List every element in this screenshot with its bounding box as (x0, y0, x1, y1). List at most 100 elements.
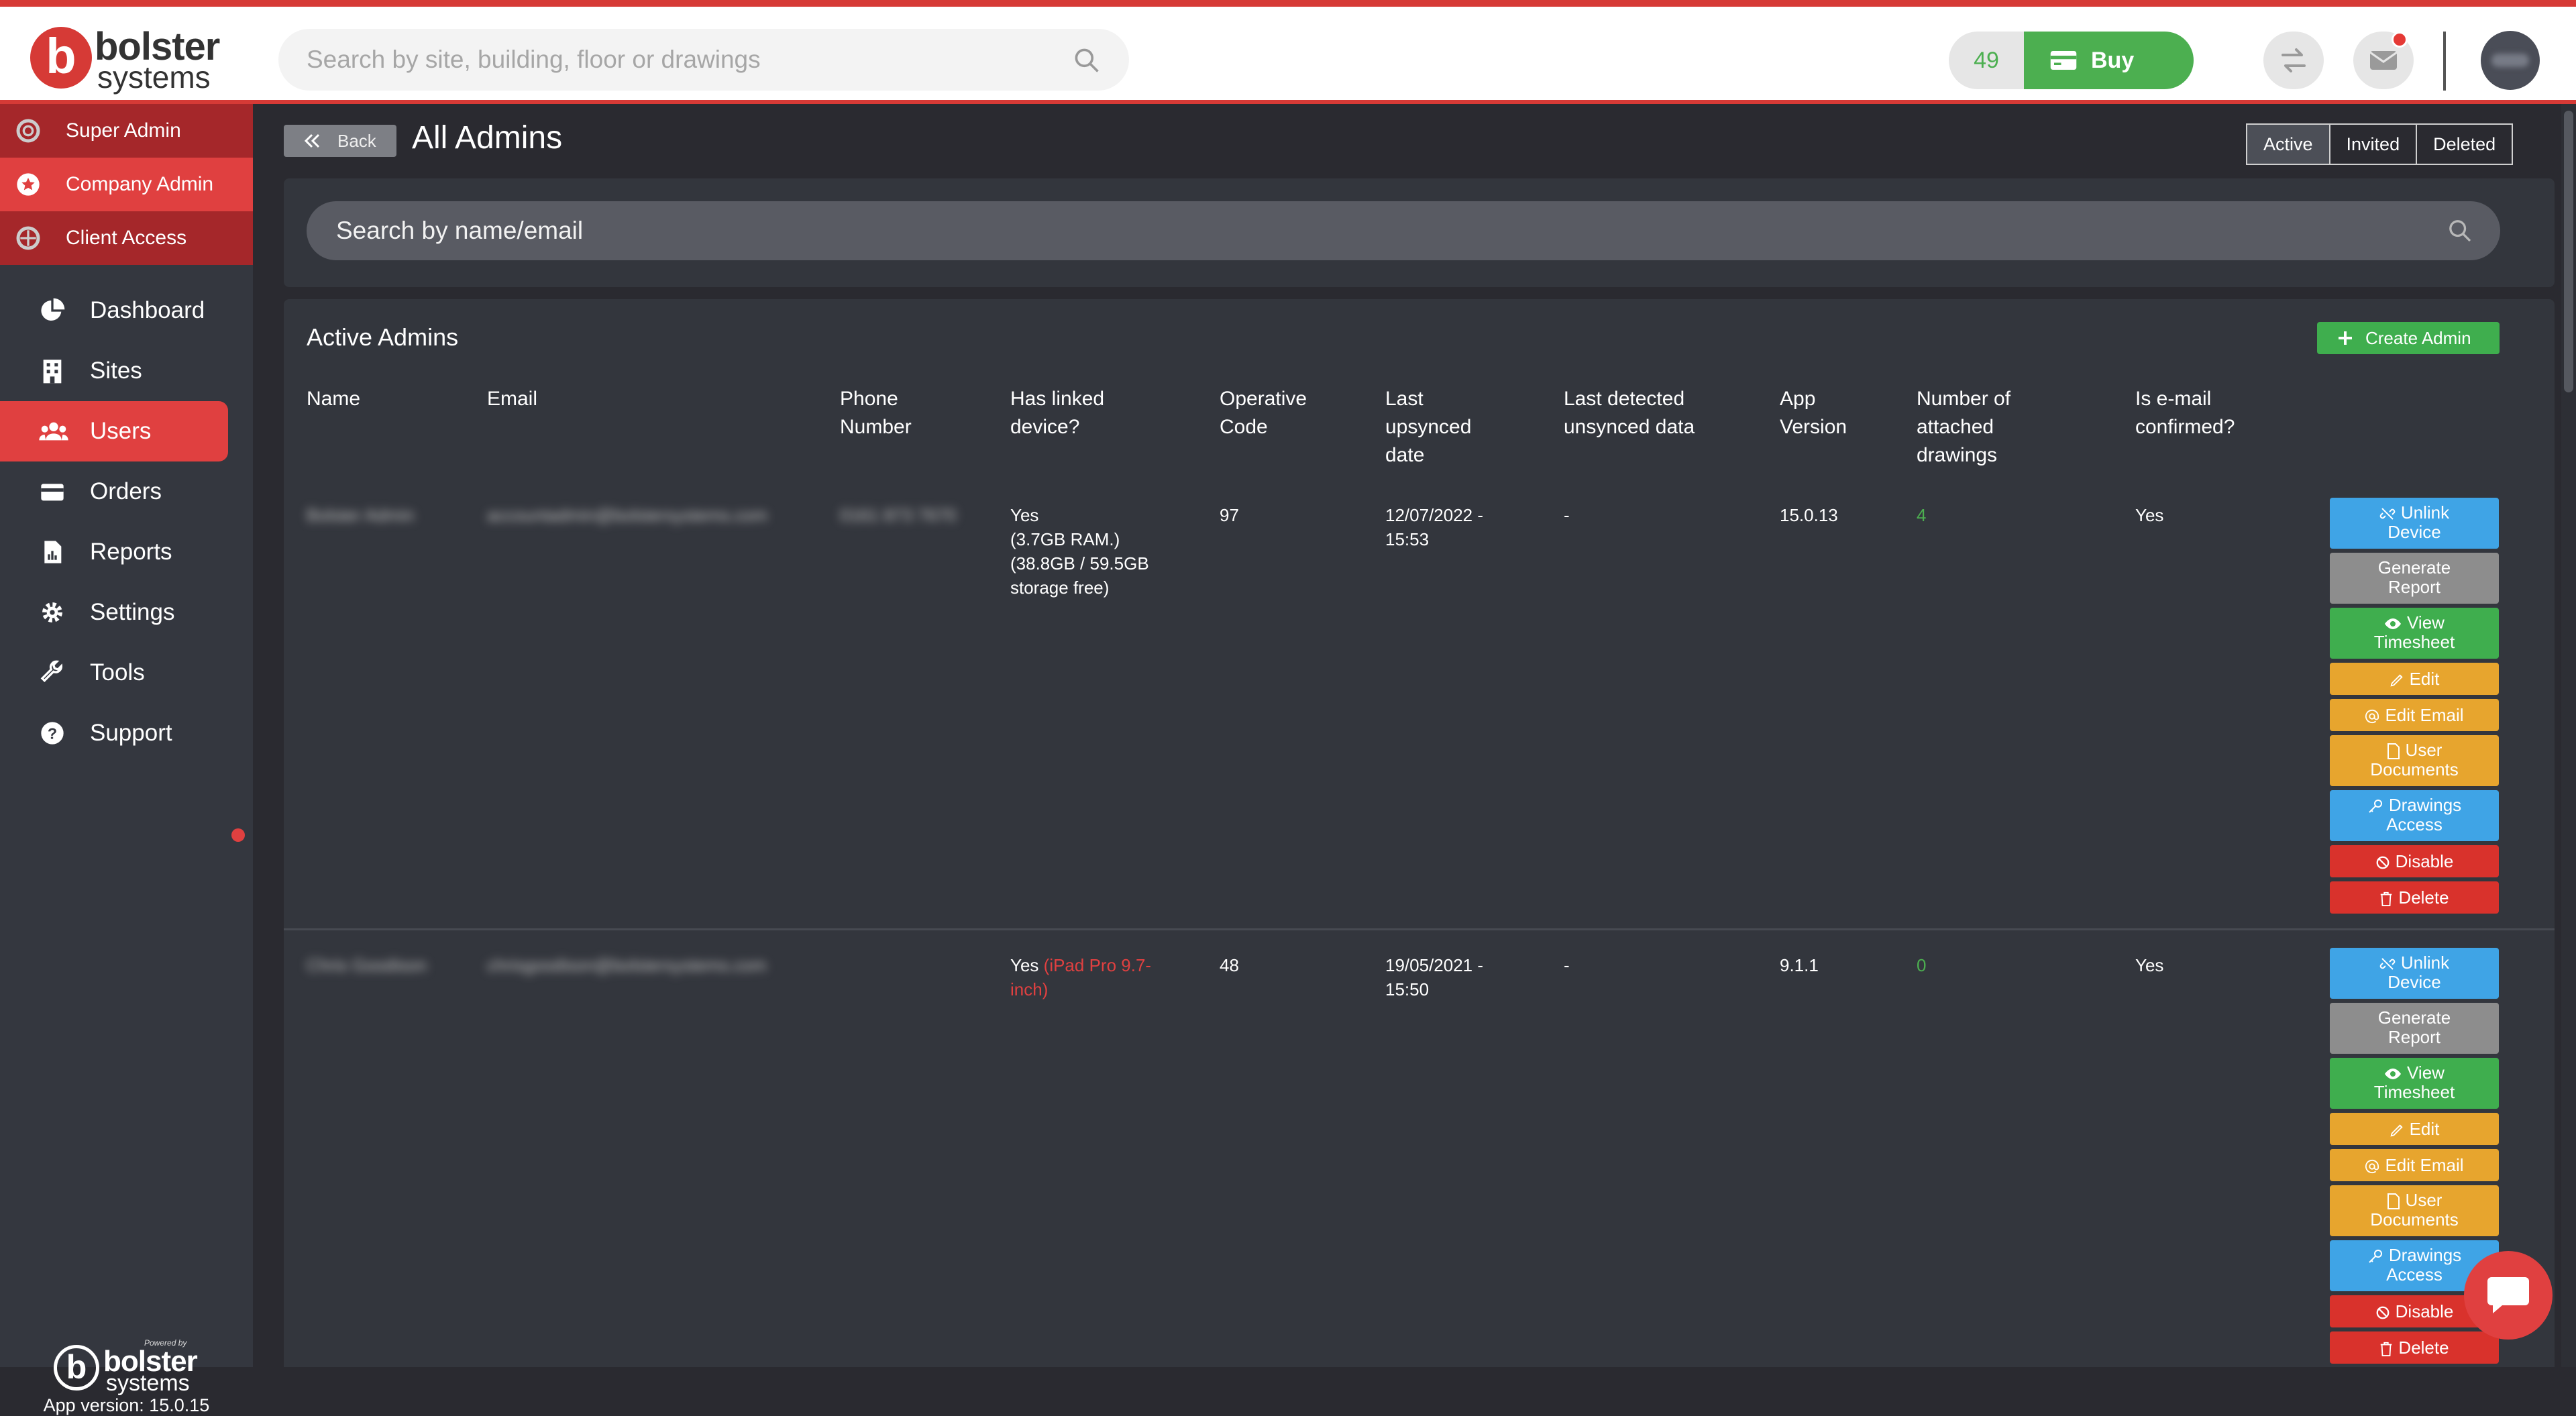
building-icon (43, 360, 62, 384)
row-1-edit-button[interactable]: Edit (2330, 663, 2499, 695)
row-1-view-timesheet-button[interactable]: View Timesheet (2330, 608, 2499, 659)
nav-label: Reports (90, 539, 172, 565)
nav-tools[interactable]: Tools (0, 643, 228, 703)
drawings-label-1: Drawings (2388, 1245, 2462, 1265)
nav-label: Dashboard (90, 297, 205, 323)
switch-button[interactable] (2263, 32, 2324, 89)
row-1-unlink-device-button[interactable]: Unlink Device (2330, 498, 2499, 549)
nav-label: Tools (90, 659, 145, 686)
eye-icon (2385, 1069, 2402, 1080)
lifebuoy-icon (16, 119, 40, 143)
row-2-unlink-device-button[interactable]: Unlink Device (2330, 948, 2499, 999)
row-2-view-timesheet-button[interactable]: View Timesheet (2330, 1058, 2499, 1109)
nav-users[interactable]: Users (0, 401, 228, 461)
row-1-operative-code: 97 (1220, 505, 1239, 525)
buy-credits-button[interactable]: Buy Credits (2024, 32, 2194, 89)
create-admin-button[interactable]: Create Admin (2317, 322, 2500, 354)
nav-settings[interactable]: Settings (0, 582, 228, 643)
disable-label: Disable (2395, 1301, 2454, 1321)
row-1-email-confirmed: Yes (2135, 505, 2164, 525)
unlink-label-2: Device (2387, 972, 2441, 992)
column-header-linked-device[interactable]: Has linked device? (1010, 385, 1138, 441)
column-header-last-upsynced[interactable]: Last upsynced date (1385, 385, 1499, 470)
messages-button[interactable] (2353, 32, 2414, 89)
row-1-generate-report-button[interactable]: Generate Report (2330, 553, 2499, 604)
envelope-icon (2369, 51, 2398, 70)
generate-label-2: Report (2387, 1027, 2441, 1047)
delete-label: Delete (2398, 887, 2449, 908)
nav-support[interactable]: ? Support (0, 703, 228, 763)
column-header-email[interactable]: Email (487, 385, 688, 413)
row-1-drawings-count[interactable]: 4 (1917, 503, 1926, 527)
role-super-admin[interactable]: Super Admin (0, 104, 253, 158)
search-icon[interactable] (2447, 217, 2473, 244)
column-header-email-confirmed[interactable]: Is e-mail confirmed? (2135, 385, 2269, 441)
filter-invited[interactable]: Invited (2330, 125, 2418, 164)
page-scrollbar[interactable] (2561, 104, 2576, 1367)
trash-icon (2381, 892, 2392, 907)
pencil-icon (2390, 674, 2403, 687)
row-1-phone: 0161 873 7670 (840, 505, 957, 525)
upsynced-date: 19/05/2021 - (1385, 955, 1484, 975)
search-icon[interactable] (1072, 46, 1102, 75)
support-notification-dot (231, 828, 245, 842)
row-1-edit-email-button[interactable]: Edit Email (2330, 699, 2499, 731)
buy-credits-label: Buy Credits (2091, 48, 2135, 73)
edit-email-label: Edit Email (2385, 1155, 2464, 1175)
view-label-2: Timesheet (2373, 1082, 2455, 1102)
column-header-operative-code[interactable]: Operative Code (1220, 385, 1334, 441)
scrollbar-thumb[interactable] (2564, 111, 2573, 392)
row-2-edit-email-button[interactable]: Edit Email (2330, 1149, 2499, 1181)
column-header-phone[interactable]: Phone Number (840, 385, 941, 441)
row-1-user-documents-button[interactable]: User Documents (2330, 735, 2499, 786)
column-header-drawings[interactable]: Number of attached drawings (1917, 385, 2051, 470)
chat-launcher-button[interactable] (2464, 1251, 2553, 1340)
nav-orders[interactable]: Orders (0, 461, 228, 522)
role-label: Company Admin (66, 173, 214, 195)
role-client-access[interactable]: Client Access (0, 211, 253, 265)
row-1-drawings-access-button[interactable]: Drawings Access (2330, 790, 2499, 841)
row-2-edit-button[interactable]: Edit (2330, 1113, 2499, 1145)
key-icon (2369, 800, 2382, 813)
unlink-label-2: Device (2387, 522, 2441, 542)
filter-active[interactable]: Active (2247, 125, 2330, 164)
ban-icon (2376, 856, 2390, 869)
unlink-icon (2379, 508, 2396, 520)
credits-count: 49 (1949, 32, 2024, 89)
global-search-input[interactable] (278, 29, 1129, 91)
edit-email-label: Edit Email (2385, 705, 2464, 725)
admin-search-input[interactable] (307, 201, 2500, 260)
row-2-user-documents-button[interactable]: User Documents (2330, 1185, 2499, 1236)
row-2-generate-report-button[interactable]: Generate Report (2330, 1003, 2499, 1054)
star-badge-icon (17, 173, 40, 196)
filter-deleted[interactable]: Deleted (2417, 125, 2512, 164)
row-divider (284, 928, 2555, 930)
bolster-logo[interactable]: b bolster systems (30, 21, 220, 95)
top-bar: b bolster systems 49 Buy Credits (0, 0, 2576, 104)
nav-label: Sites (90, 358, 142, 384)
nav-sites[interactable]: Sites (0, 341, 228, 401)
row-1-unsynced-data: - (1564, 505, 1570, 525)
nav-label: Settings (90, 599, 175, 625)
role-company-admin[interactable]: Company Admin (0, 158, 253, 211)
nav-dashboard[interactable]: Dashboard (0, 280, 228, 341)
generate-label-2: Report (2387, 577, 2441, 597)
nav-reports[interactable]: Reports (0, 522, 228, 582)
docs-label-2: Documents (2370, 1209, 2459, 1230)
user-avatar[interactable] (2481, 31, 2540, 90)
row-1-disable-button[interactable]: Disable (2330, 845, 2499, 877)
linked-storage-free: storage free) (1010, 578, 1110, 598)
row-1-last-upsynced: 12/07/2022 - 15:53 (1385, 503, 1483, 551)
row-2-email-confirmed: Yes (2135, 955, 2164, 975)
back-button[interactable]: Back (284, 125, 396, 157)
row-1-delete-button[interactable]: Delete (2330, 881, 2499, 914)
ban-icon (2376, 1306, 2390, 1319)
row-2-delete-button[interactable]: Delete (2330, 1331, 2499, 1364)
row-2-drawings-count[interactable]: 0 (1917, 953, 1926, 977)
column-header-name[interactable]: Name (307, 385, 508, 413)
column-header-app-version[interactable]: App Version (1780, 385, 1874, 441)
column-header-unsynced-data[interactable]: Last detected unsynced data (1564, 385, 1731, 441)
create-admin-label: Create Admin (2365, 328, 2471, 348)
upsynced-time: 15:50 (1385, 979, 1430, 999)
role-label: Client Access (66, 227, 187, 249)
